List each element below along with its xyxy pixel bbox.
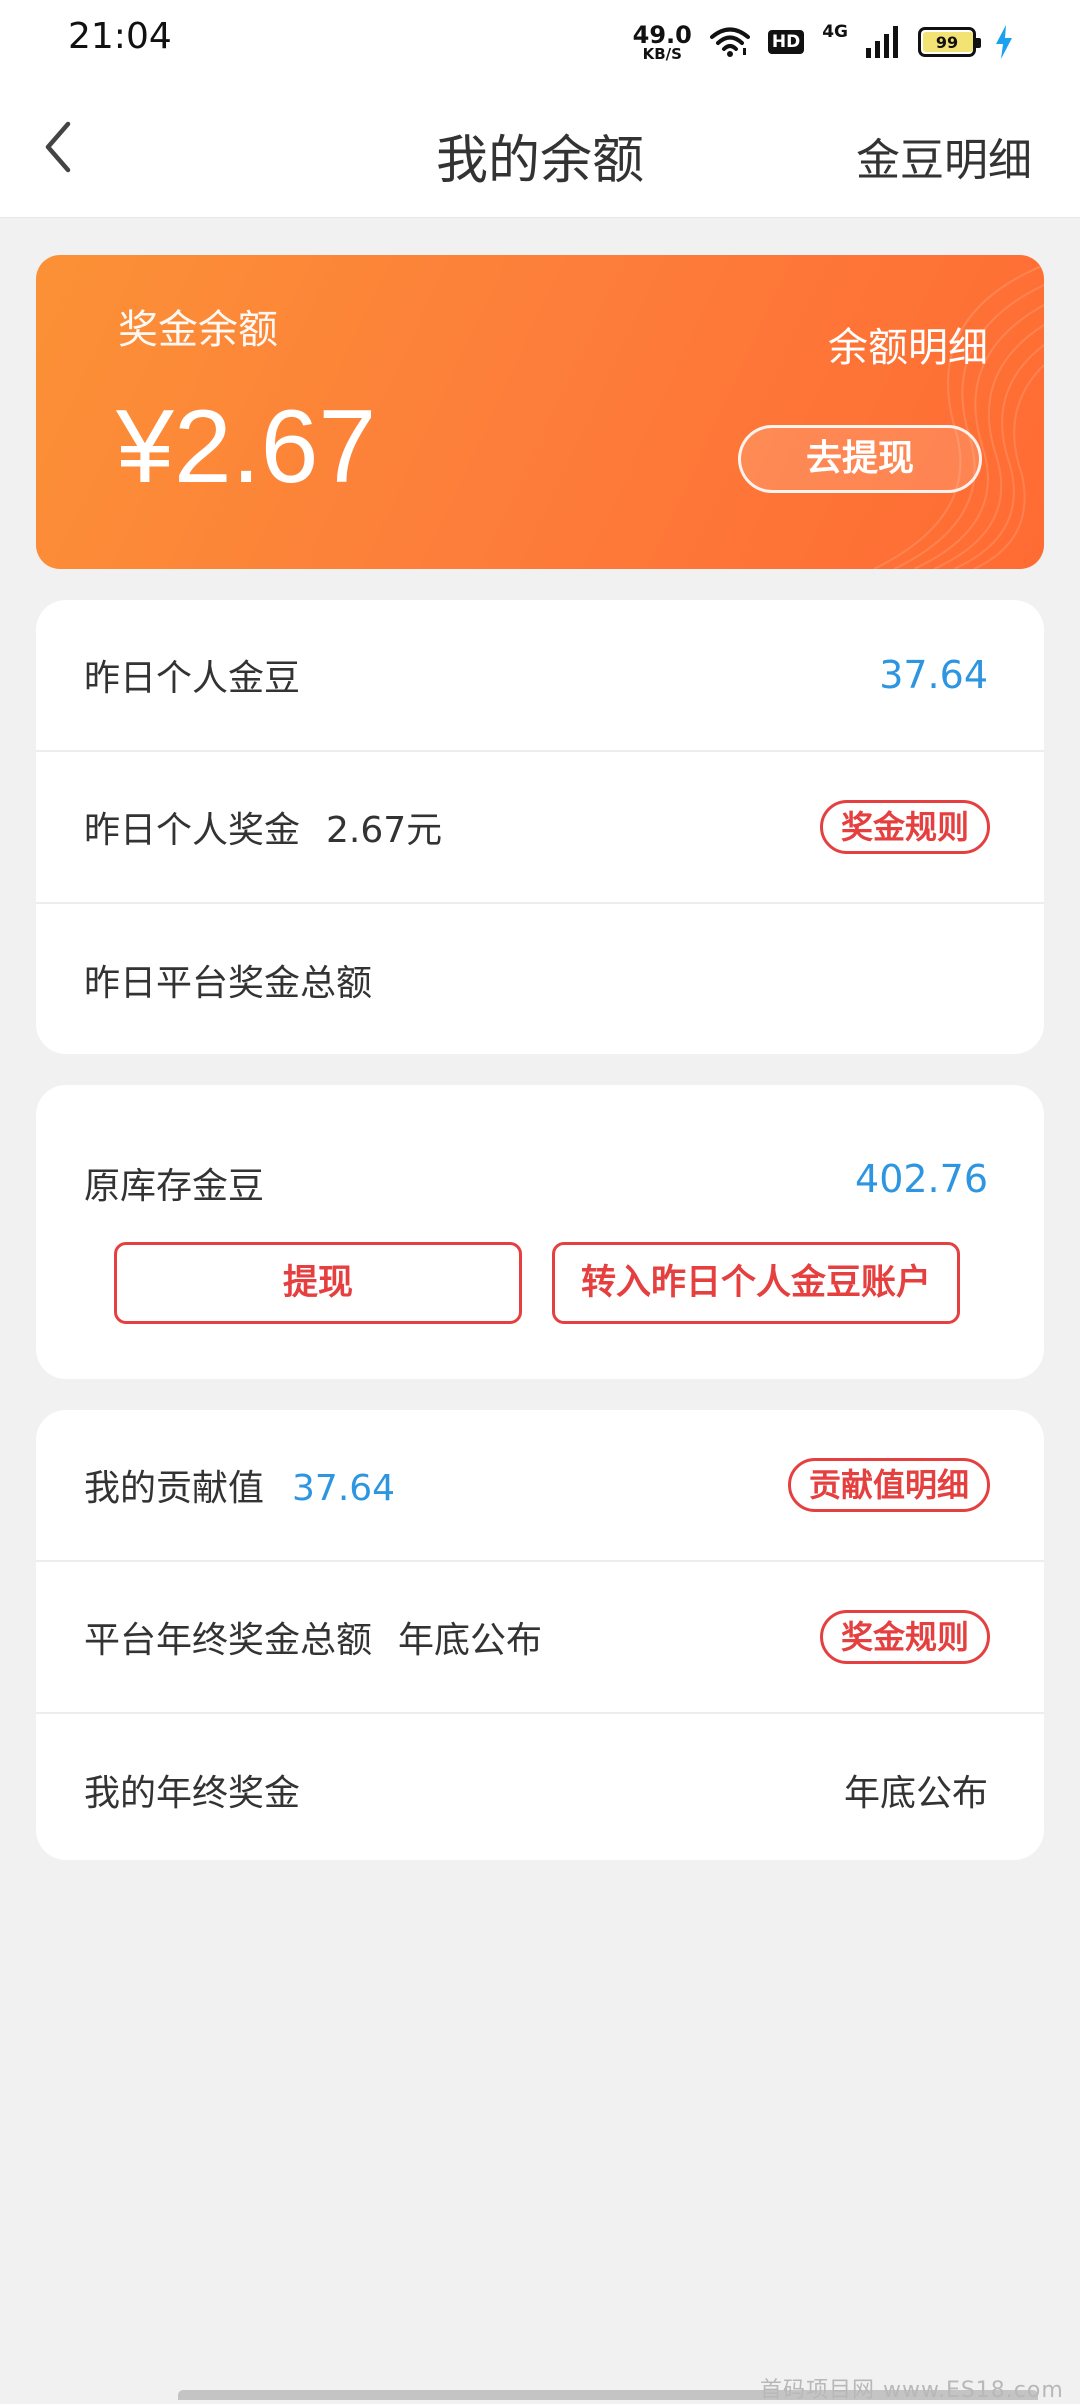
watermark: 首码项目网 www.ES18.com [760,2378,1064,2403]
network-speed-value: 49.0 [632,20,692,49]
status-icons: 49.0 KB/S HD 4G 99 [633,20,1014,64]
charging-icon [996,25,1012,59]
contribution-label-text: 我的贡献值 [84,1468,265,1509]
wifi-icon [709,27,750,57]
bonus-rules-button[interactable]: 奖金规则 [819,800,990,854]
balance-card: 奖金余额 ¥2.67 余额明细 去提现 [36,255,1044,569]
back-button[interactable] [34,114,94,184]
yesterday-bonus-label: 昨日个人奖金 2.67元 [84,801,442,853]
list-item: 平台年终奖金总额 年底公布 奖金规则 [36,1562,1044,1714]
gold-bean-detail-link[interactable]: 金豆明细 [856,124,1032,188]
network-speed: 49.0 KB/S [633,23,692,62]
battery-level: 99 [935,32,959,52]
daily-stats-card: 昨日个人金豆 37.64 昨日个人奖金 2.67元 奖金规则 昨日平台奖金总额 [36,600,1044,1054]
annual-bonus-rules-button[interactable]: 奖金规则 [819,1610,990,1664]
status-bar: 21:04 49.0 KB/S HD 4G 99 [0,0,1080,84]
my-annual-bonus-label: 我的年终奖金 [84,1773,301,1814]
hd-badge: HD [767,30,805,54]
balance-detail-link[interactable]: 余额明细 [828,315,988,373]
annual-bonus-card: 我的贡献值 37.64 贡献值明细 平台年终奖金总额 年底公布 奖金规则 我的年终奖… [36,1410,1044,1860]
network-speed-unit: KB/S [642,44,682,63]
stock-beans-card: 原库存金豆 402.76 提现 转入昨日个人金豆账户 [36,1085,1044,1379]
my-annual-bonus-value: 年底公布 [843,1773,988,1814]
stock-beans-value: 402.76 [855,1157,988,1201]
bonus-balance-amount: ¥2.67 [116,389,377,505]
platform-bonus-total-label: 昨日平台奖金总额 [84,963,373,1004]
yesterday-beans-label: 昨日个人金豆 [84,658,301,699]
contribution-value: 37.64 [292,1468,396,1509]
list-item: 昨日平台奖金总额 [36,904,1044,1054]
list-item: 昨日个人奖金 2.67元 奖金规则 [36,752,1044,904]
yesterday-bonus-label-text: 昨日个人奖金 [84,810,301,851]
chevron-left-icon [45,121,71,173]
stock-beans-label: 原库存金豆 [84,1166,265,1207]
contribution-label: 我的贡献值 37.64 [84,1459,395,1511]
stock-withdraw-button[interactable]: 提现 [114,1242,522,1324]
transfer-to-yesterday-button[interactable]: 转入昨日个人金豆账户 [552,1242,960,1324]
signal-icon [866,26,898,58]
list-item: 昨日个人金豆 37.64 [36,600,1044,752]
stock-beans-row: 原库存金豆 402.76 [36,1085,1044,1245]
bonus-balance-label: 奖金余额 [118,307,278,353]
list-item: 我的年终奖金 年底公布 [36,1714,1044,1860]
withdraw-button[interactable]: 去提现 [738,425,982,493]
yesterday-beans-value: 37.64 [879,653,988,697]
status-time: 21:04 [68,16,172,57]
network-type-label: 4G [822,22,848,42]
platform-annual-bonus-value: 年底公布 [398,1620,543,1661]
yesterday-bonus-value: 2.67元 [326,810,443,851]
platform-annual-bonus-label-text: 平台年终奖金总额 [84,1620,373,1661]
decorative-waves [873,264,1044,569]
contribution-detail-button[interactable]: 贡献值明细 [787,1458,990,1512]
battery-icon: 99 [918,27,981,57]
list-item: 我的贡献值 37.64 贡献值明细 [36,1410,1044,1562]
nav-bar: 我的余额 金豆明细 [0,84,1080,218]
platform-annual-bonus-label: 平台年终奖金总额 年底公布 [84,1611,542,1663]
